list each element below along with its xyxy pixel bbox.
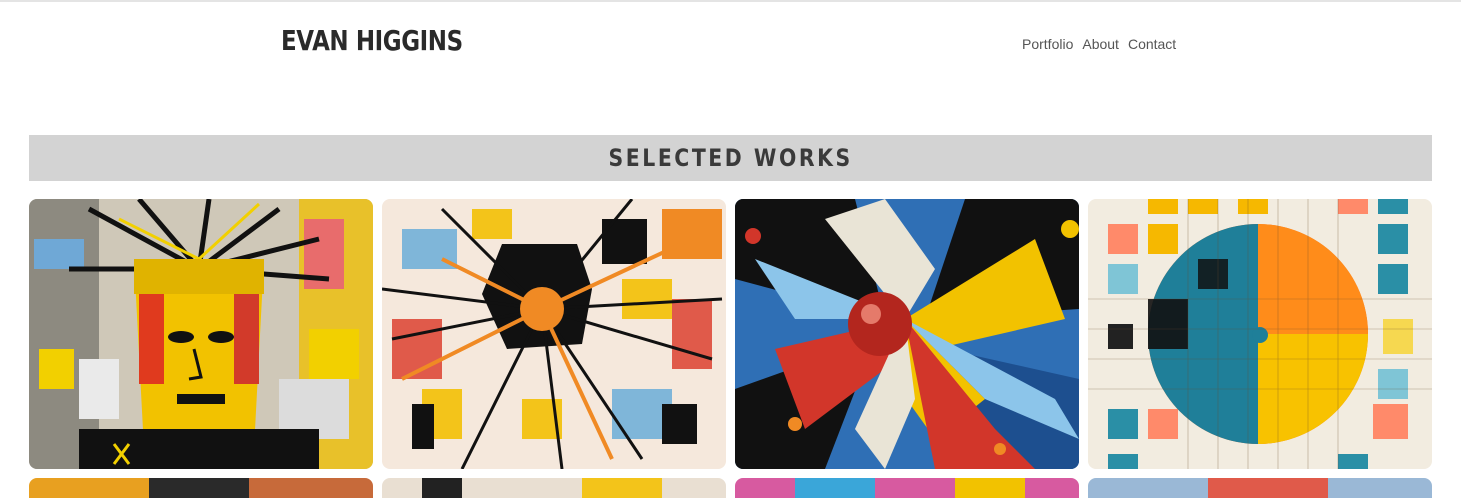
artwork-image — [382, 199, 726, 469]
artwork-image — [735, 199, 1079, 469]
main-nav: Portfolio About Contact — [1022, 36, 1176, 52]
gallery-item-row2-1[interactable] — [29, 478, 373, 498]
gallery-item-burst[interactable] — [382, 199, 726, 469]
site-logo[interactable]: EVAN HIGGINS — [281, 24, 463, 57]
gallery-item-row2-4[interactable] — [1088, 478, 1432, 498]
nav-link-about[interactable]: About — [1082, 36, 1119, 52]
gallery-item-grid-circle[interactable] — [1088, 199, 1432, 469]
gallery-item-portrait[interactable] — [29, 199, 373, 469]
site-header: EVAN HIGGINS Portfolio About Contact — [0, 2, 1461, 92]
gallery-item-row2-3[interactable] — [735, 478, 1079, 498]
artwork-image — [1088, 478, 1432, 498]
nav-link-contact[interactable]: Contact — [1128, 36, 1176, 52]
section-title: Selected Works — [608, 144, 853, 172]
artwork-image — [382, 478, 726, 498]
artwork-image — [1088, 199, 1432, 469]
artwork-image — [735, 478, 1079, 498]
gallery-item-row2-2[interactable] — [382, 478, 726, 498]
artwork-image — [29, 199, 373, 469]
section-header-bar: Selected Works — [29, 135, 1432, 181]
artwork-image — [29, 478, 373, 498]
nav-link-portfolio[interactable]: Portfolio — [1022, 36, 1073, 52]
gallery-item-sphere[interactable] — [735, 199, 1079, 469]
